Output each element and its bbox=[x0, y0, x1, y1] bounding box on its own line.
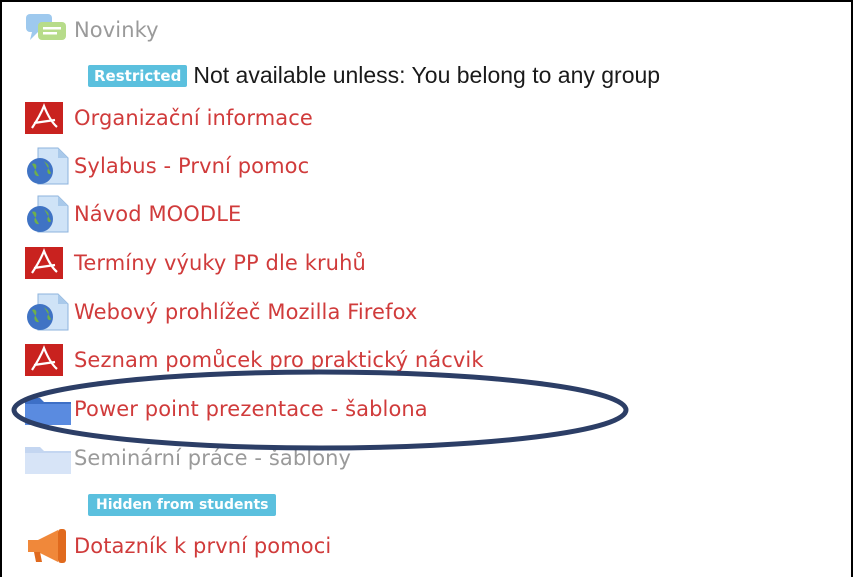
pdf-icon bbox=[24, 340, 74, 380]
hidden-info: Hidden from students bbox=[88, 494, 277, 516]
activity-seminarni-prace[interactable]: Seminární práce - šablony bbox=[24, 438, 351, 478]
activity-link[interactable]: Termíny výuky PP dle kruhů bbox=[74, 251, 366, 275]
activity-terminy-vyuky[interactable]: Termíny výuky PP dle kruhů bbox=[24, 243, 366, 283]
activity-firefox[interactable]: Webový prohlížeč Mozilla Firefox bbox=[24, 292, 417, 332]
web-link-icon bbox=[24, 292, 74, 332]
activity-link[interactable]: Webový prohlížeč Mozilla Firefox bbox=[74, 300, 417, 324]
activity-link[interactable]: Seznam pomůcek pro praktický nácvik bbox=[74, 348, 484, 372]
forum-icon bbox=[24, 10, 74, 50]
hidden-badge: Hidden from students bbox=[88, 494, 277, 516]
activity-dotaznik[interactable]: Dotazník k první pomoci bbox=[24, 526, 331, 566]
folder-icon bbox=[24, 438, 74, 478]
activity-navod-moodle[interactable]: Návod MOODLE bbox=[24, 194, 241, 234]
pdf-icon bbox=[24, 243, 74, 283]
restricted-badge: Restricted bbox=[88, 64, 188, 87]
activity-link[interactable]: Novinky bbox=[74, 18, 159, 42]
feedback-megaphone-icon bbox=[24, 526, 74, 566]
activity-link[interactable]: Organizační informace bbox=[74, 106, 313, 130]
activity-link[interactable]: Power point prezentace - šablona bbox=[74, 397, 428, 421]
activity-link[interactable]: Návod MOODLE bbox=[74, 202, 241, 226]
activity-organizacni-informace[interactable]: Organizační informace bbox=[24, 98, 313, 138]
restriction-info: Restricted Not available unless: You bel… bbox=[88, 62, 660, 89]
restriction-text: Not available unless: You belong to any … bbox=[193, 62, 661, 88]
activity-novinky[interactable]: Novinky bbox=[24, 10, 159, 50]
activity-link[interactable]: Dotazník k první pomoci bbox=[74, 534, 331, 558]
activity-link[interactable]: Sylabus - První pomoc bbox=[74, 154, 309, 178]
activity-sylabus[interactable]: Sylabus - První pomoc bbox=[24, 146, 309, 186]
web-link-icon bbox=[24, 146, 74, 186]
web-link-icon bbox=[24, 194, 74, 234]
activity-seznam-pomucek[interactable]: Seznam pomůcek pro praktický nácvik bbox=[24, 340, 484, 380]
activity-link[interactable]: Seminární práce - šablony bbox=[74, 446, 351, 470]
activity-power-point-sablona[interactable]: Power point prezentace - šablona bbox=[24, 389, 428, 429]
pdf-icon bbox=[24, 98, 74, 138]
folder-icon bbox=[24, 389, 74, 429]
